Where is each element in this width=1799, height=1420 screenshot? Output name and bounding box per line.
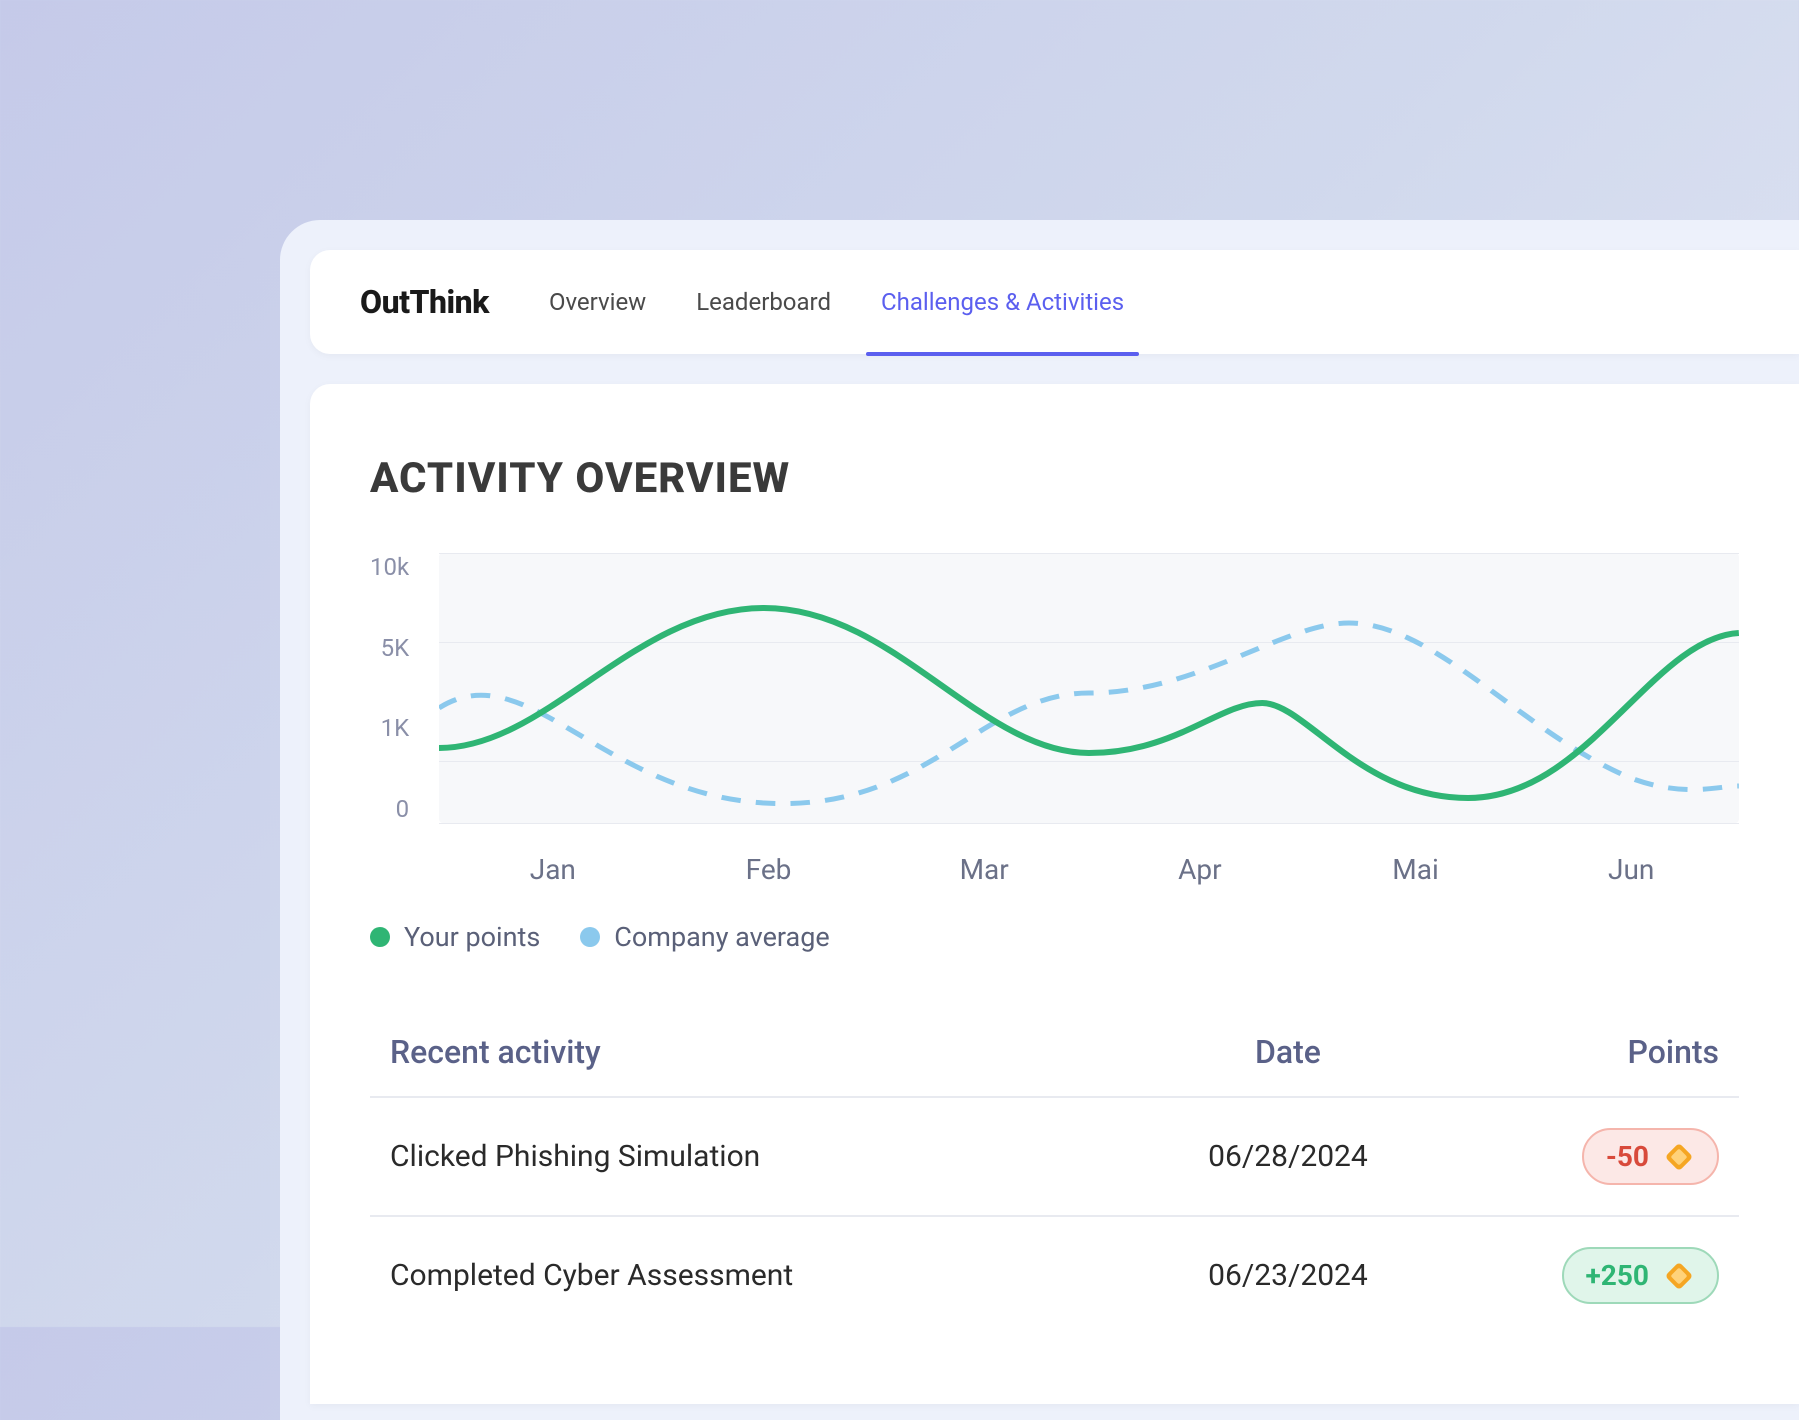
x-tick: Apr: [1092, 853, 1308, 886]
table-row: Completed Cyber Assessment 06/23/2024 +2…: [370, 1217, 1739, 1334]
table-row: Clicked Phishing Simulation 06/28/2024 -…: [370, 1098, 1739, 1217]
nav-tabs: Overview Leaderboard Challenges & Activi…: [549, 280, 1124, 324]
points-value: -50: [1606, 1140, 1649, 1173]
x-tick: Jun: [1523, 853, 1739, 886]
content-card: ACTIVITY OVERVIEW 10k 5K 1K 0: [310, 384, 1799, 1404]
x-axis: Jan Feb Mar Apr Mai Jun: [445, 853, 1739, 886]
col-header-date: Date: [1108, 1033, 1467, 1071]
cell-activity: Clicked Phishing Simulation: [390, 1139, 1108, 1174]
cell-points: -50: [1468, 1128, 1719, 1185]
legend-label: Your points: [404, 921, 540, 953]
points-badge: +250: [1562, 1247, 1719, 1304]
x-tick: Feb: [661, 853, 877, 886]
cell-activity: Completed Cyber Assessment: [390, 1258, 1108, 1293]
app-window: OutThink Overview Leaderboard Challenges…: [280, 220, 1799, 1420]
legend-your-points: Your points: [370, 921, 540, 953]
y-tick: 0: [370, 795, 409, 823]
chart-plot-area: [439, 553, 1739, 823]
y-axis: 10k 5K 1K 0: [370, 553, 419, 823]
section-title: ACTIVITY OVERVIEW: [370, 454, 1739, 503]
chart-container: 10k 5K 1K 0: [370, 553, 1739, 823]
col-header-activity: Recent activity: [390, 1033, 1108, 1071]
col-header-points: Points: [1468, 1033, 1719, 1071]
y-tick: 10k: [370, 553, 409, 581]
cell-points: +250: [1468, 1247, 1719, 1304]
points-value: +250: [1586, 1259, 1649, 1292]
table-header: Recent activity Date Points: [370, 1033, 1739, 1098]
line-your-points: [439, 608, 1739, 798]
chart-lines: [439, 553, 1739, 823]
coin-icon: [1663, 1141, 1695, 1173]
tab-leaderboard[interactable]: Leaderboard: [696, 280, 831, 324]
legend-company-average: Company average: [580, 921, 829, 953]
coin-icon: [1663, 1260, 1695, 1292]
x-tick: Mar: [876, 853, 1092, 886]
chart-legend: Your points Company average: [370, 921, 1739, 953]
points-badge: -50: [1582, 1128, 1719, 1185]
tab-challenges-activities[interactable]: Challenges & Activities: [881, 280, 1124, 324]
dot-icon: [370, 927, 390, 947]
x-tick: Mai: [1308, 853, 1524, 886]
tab-overview[interactable]: Overview: [549, 280, 646, 324]
y-tick: 1K: [370, 714, 409, 742]
legend-label: Company average: [614, 921, 829, 953]
y-tick: 5K: [370, 634, 409, 662]
brand-logo: OutThink: [360, 283, 489, 321]
x-tick: Jan: [445, 853, 661, 886]
navbar: OutThink Overview Leaderboard Challenges…: [310, 250, 1799, 354]
dot-icon: [580, 927, 600, 947]
cell-date: 06/28/2024: [1108, 1139, 1467, 1174]
activity-table: Recent activity Date Points Clicked Phis…: [370, 1033, 1739, 1334]
cell-date: 06/23/2024: [1108, 1258, 1467, 1293]
